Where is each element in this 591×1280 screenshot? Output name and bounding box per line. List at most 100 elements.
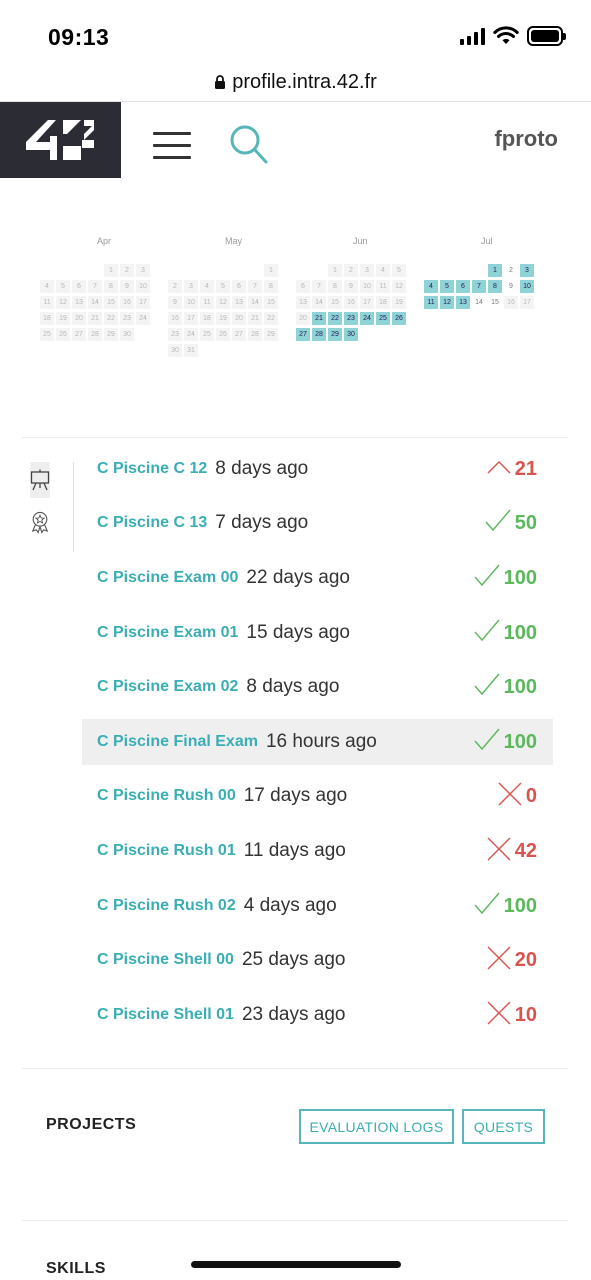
project-row[interactable]: C Piscine Rush 00 17 days ago 0 — [82, 773, 553, 819]
42-logo[interactable] — [0, 102, 121, 178]
calendar-day: 9 — [344, 280, 358, 293]
project-row[interactable]: C Piscine Exam 00 22 days ago 100 — [82, 555, 553, 601]
calendar-day: 27 — [72, 328, 86, 341]
address-bar[interactable]: profile.intra.42.fr — [0, 64, 591, 102]
project-grade: 50 — [485, 509, 537, 538]
calendar-day: 27 — [296, 328, 310, 341]
cross-icon — [487, 1001, 511, 1030]
calendar-day: 19 — [392, 296, 406, 309]
project-grade-value: 21 — [514, 457, 537, 480]
project-grade-value: 42 — [514, 839, 537, 862]
calendar-day: 10 — [360, 280, 374, 293]
signal-icon — [460, 27, 485, 45]
calendar-day: 28 — [88, 328, 102, 341]
calendar-day: 2 — [168, 280, 182, 293]
calendar-day: 28 — [312, 328, 326, 341]
project-row[interactable]: C Piscine Exam 01 15 days ago 100 — [82, 610, 553, 656]
skills-section-title: SKILLS — [46, 1260, 106, 1277]
calendar-day: 25 — [40, 328, 54, 341]
project-name-link[interactable]: C Piscine Shell 00 — [97, 951, 234, 969]
calendar-day: 16 — [504, 296, 518, 309]
calendar-day: 2 — [344, 264, 358, 277]
calendar-day: 26 — [216, 328, 230, 341]
calendar-day: 29 — [264, 328, 278, 341]
project-name-link[interactable]: C Piscine C 12 — [97, 460, 207, 478]
calendar-day: 21 — [88, 312, 102, 325]
evaluation-logs-button[interactable]: EVALUATION LOGS — [299, 1109, 454, 1144]
calendar-day: 3 — [520, 264, 534, 277]
projects-section-title: PROJECTS — [46, 1116, 137, 1133]
calendar-day: 6 — [456, 280, 470, 293]
project-time: 7 days ago — [215, 512, 309, 533]
calendar-day: 23 — [120, 312, 134, 325]
project-name-link[interactable]: C Piscine Shell 01 — [97, 1006, 234, 1024]
section-divider — [22, 1068, 568, 1069]
presentation-board-icon — [30, 469, 50, 491]
calendar-day: 23 — [168, 328, 182, 341]
hamburger-menu-icon[interactable] — [153, 132, 191, 162]
lock-icon — [215, 75, 226, 89]
project-row[interactable]: C Piscine Exam 02 8 days ago 100 — [82, 664, 553, 710]
calendar-day: 30 — [344, 328, 358, 341]
activity-calendar: Apr 1 2 3 4 5 6 7 8 9 10 11 12 13 14 15 16 17 18 19 20 21 22 23… — [40, 228, 560, 368]
calendar-day: 8 — [488, 280, 502, 293]
project-name-link[interactable]: C Piscine Rush 02 — [97, 897, 236, 915]
calendar-day: 14 — [248, 296, 262, 309]
check-icon — [474, 564, 500, 593]
calendar-day: 1 — [104, 264, 118, 277]
project-row[interactable]: C Piscine Rush 01 11 days ago 42 — [82, 828, 553, 874]
project-name-link[interactable]: C Piscine C 13 — [97, 514, 207, 532]
cross-icon — [487, 837, 511, 866]
calendar-day: 14 — [312, 296, 326, 309]
project-grade-value: 100 — [503, 566, 537, 589]
project-grade: 100 — [474, 892, 537, 921]
calendar-day: 18 — [200, 312, 214, 325]
project-row[interactable]: C Piscine Shell 01 23 days ago 10 — [82, 992, 553, 1038]
project-grade-value: 20 — [514, 948, 537, 971]
project-grade-value: 100 — [503, 730, 537, 753]
achievement-badge-icon — [31, 511, 49, 534]
calendar-day: 11 — [376, 280, 390, 293]
url-text: profile.intra.42.fr — [232, 71, 377, 93]
project-name-link[interactable]: C Piscine Exam 02 — [97, 678, 238, 696]
calendar-day: 24 — [184, 328, 198, 341]
calendar-day: 15 — [264, 296, 278, 309]
project-time: 16 hours ago — [265, 731, 377, 752]
project-row[interactable]: C Piscine Final Exam 16 hours ago 100 — [82, 719, 553, 765]
calendar-day: 22 — [104, 312, 118, 325]
project-name-link[interactable]: C Piscine Final Exam — [97, 733, 258, 751]
username[interactable]: fproto — [494, 126, 558, 152]
project-name-link[interactable]: C Piscine Exam 01 — [97, 624, 238, 642]
calendar-day: 12 — [440, 296, 454, 309]
project-grade: 21 — [487, 458, 537, 481]
calendar-day: 24 — [136, 312, 150, 325]
calendar-day: 23 — [344, 312, 358, 325]
calendar-month-label: May — [225, 236, 243, 246]
search-icon[interactable] — [229, 124, 269, 166]
project-name-link[interactable]: C Piscine Rush 01 — [97, 842, 236, 860]
project-row[interactable]: C Piscine C 12 8 days ago 21 — [82, 446, 553, 492]
calendar-day: 2 — [120, 264, 134, 277]
calendar-day: 15 — [328, 296, 342, 309]
project-row[interactable]: C Piscine Shell 00 25 days ago 20 — [82, 937, 553, 983]
quests-button[interactable]: QUESTS — [462, 1109, 545, 1144]
tab-achievements[interactable] — [30, 504, 50, 540]
project-time: 22 days ago — [246, 567, 350, 588]
calendar-day: 19 — [216, 312, 230, 325]
calendar-day: 19 — [56, 312, 70, 325]
tab-projects[interactable] — [30, 462, 50, 498]
calendar-day: 12 — [392, 280, 406, 293]
calendar-day: 4 — [40, 280, 54, 293]
calendar-day: 7 — [248, 280, 262, 293]
check-icon — [474, 619, 500, 648]
project-name-link[interactable]: C Piscine Exam 00 — [97, 569, 238, 587]
calendar-month-label: Jun — [353, 236, 368, 246]
calendar-day: 15 — [491, 299, 499, 306]
project-name-link[interactable]: C Piscine Rush 00 — [97, 787, 236, 805]
project-row[interactable]: C Piscine Rush 02 4 days ago 100 — [82, 883, 553, 929]
project-row[interactable]: C Piscine C 13 7 days ago 50 — [82, 500, 553, 546]
calendar-day: 7 — [88, 280, 102, 293]
calendar-day: 26 — [392, 312, 406, 325]
calendar-day: 6 — [72, 280, 86, 293]
calendar-day: 14 — [88, 296, 102, 309]
